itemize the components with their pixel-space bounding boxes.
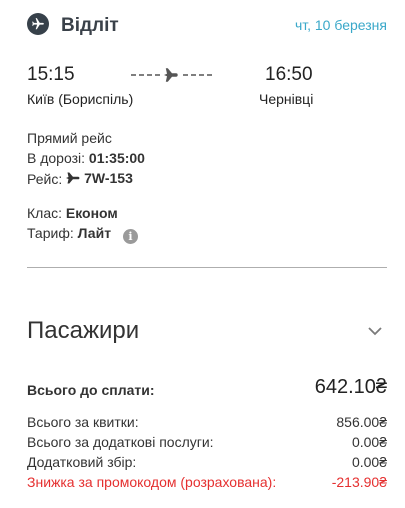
total-label: Всього до сплати:: [27, 382, 155, 398]
route-times: 15:15 16:50 Київ (Бориспіль) Чернівці: [27, 64, 317, 110]
class-label: Клас:: [27, 205, 62, 221]
fare-details: Клас: Економ Тариф: Лайт i: [27, 203, 138, 244]
total-row: Всього до сплати: 642.10₴: [27, 376, 387, 404]
page-title: Відліт: [61, 15, 119, 36]
arrival-time: 16:50: [265, 64, 313, 85]
arrival-city: Чернівці: [259, 91, 314, 107]
departure-city: Київ (Бориспіль): [27, 91, 134, 107]
plane-icon: [27, 13, 49, 35]
fare-row: Тариф: Лайт i: [27, 223, 138, 244]
discount-value: -213.90₴: [331, 474, 387, 490]
duration-row: В дорозі: 01:35:00: [27, 148, 145, 168]
chevron-down-icon[interactable]: [367, 325, 383, 337]
discount-label: Знижка за промокодом (розрахована):: [27, 474, 277, 490]
fare-value: Лайт: [77, 225, 112, 241]
departure-time: 15:15: [27, 64, 75, 85]
info-icon[interactable]: i: [122, 229, 138, 244]
flight-header: Відліт чт, 10 березня: [27, 13, 387, 41]
summary-line-value: 0.00₴: [351, 454, 387, 470]
summary-line-value: 856.00₴: [336, 414, 387, 430]
class-row: Клас: Економ: [27, 203, 138, 223]
flight-number: 7W-153: [84, 170, 133, 186]
duration-value: 01:35:00: [88, 150, 145, 166]
flight-number-row: Рейс: 7W-153: [27, 168, 145, 189]
duration-label: В дорозі:: [27, 150, 86, 166]
summary-line-label: Всього за додаткові послуги:: [27, 434, 214, 450]
class-value: Економ: [65, 205, 118, 221]
summary-line-label: Додатковий збір:: [27, 454, 137, 470]
route-line-icon: [131, 68, 213, 82]
flight-label: Рейс:: [27, 171, 63, 187]
airplane-icon: [66, 172, 80, 184]
summary-line-label: Всього за квитки:: [27, 414, 139, 430]
fare-label: Тариф:: [27, 225, 74, 241]
flight-date: чт, 10 березня: [294, 17, 387, 33]
passengers-title: Пасажири: [27, 317, 140, 344]
direct-flight-label: Прямий рейс: [27, 130, 112, 146]
divider: [27, 267, 387, 268]
summary-line-value: 0.00₴: [351, 434, 387, 450]
total-value: 642.10₴: [314, 376, 387, 398]
flight-details: Прямий рейс В дорозі: 01:35:00 Рейс: 7W-…: [27, 128, 145, 189]
